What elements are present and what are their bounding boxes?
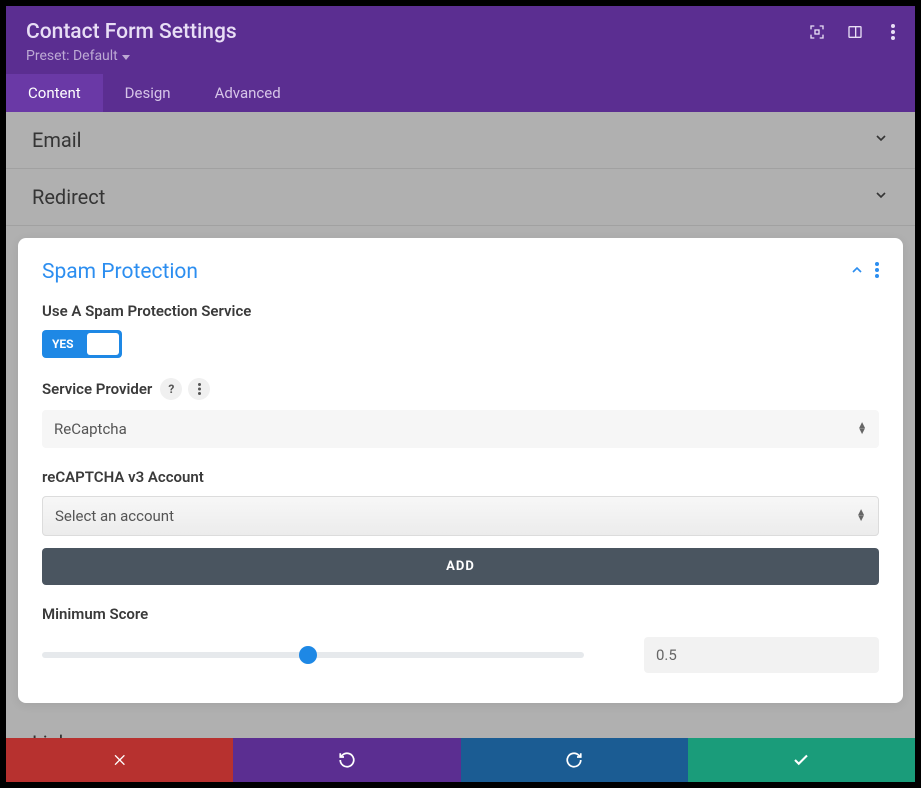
cancel-button[interactable]: [6, 738, 233, 782]
help-icon[interactable]: ?: [160, 378, 182, 400]
recaptcha-account-value: Select an account: [55, 507, 174, 525]
chevron-down-icon: [873, 733, 889, 738]
panel-title-spam: Spam Protection: [42, 260, 198, 284]
footer-actions: [6, 738, 915, 782]
section-redirect[interactable]: Redirect: [6, 169, 915, 226]
minimum-score-input[interactable]: [644, 637, 879, 673]
tab-design[interactable]: Design: [103, 74, 193, 112]
service-provider-select[interactable]: ReCaptcha ▲▼: [42, 410, 879, 448]
panel-more-icon[interactable]: [875, 262, 879, 282]
chevron-down-icon: [873, 130, 889, 150]
section-title-email: Email: [32, 128, 82, 152]
section-title-redirect: Redirect: [32, 185, 105, 209]
header-action-group: [809, 24, 901, 40]
field-use-spam-service: Use A Spam Protection Service YES: [42, 302, 879, 358]
modal-body: Email Redirect Spam Protection: [6, 112, 915, 738]
more-menu-icon[interactable]: [885, 24, 901, 40]
chevron-up-icon[interactable]: [849, 262, 865, 282]
add-account-button[interactable]: ADD: [42, 548, 879, 585]
caret-down-icon: [122, 48, 130, 64]
redo-button[interactable]: [461, 738, 688, 782]
modal-header: Contact Form Settings Preset: Default: [6, 6, 915, 74]
undo-button[interactable]: [233, 738, 460, 782]
section-link[interactable]: Link: [6, 715, 915, 738]
select-arrows-icon: ▲▼: [856, 510, 866, 522]
service-provider-label: Service Provider: [42, 380, 152, 398]
toggle-yes-label: YES: [42, 337, 84, 351]
tab-advanced[interactable]: Advanced: [193, 74, 303, 112]
use-spam-service-toggle[interactable]: YES: [42, 330, 122, 358]
tab-bar: Content Design Advanced: [6, 74, 915, 112]
recaptcha-account-label: reCAPTCHA v3 Account: [42, 468, 879, 486]
slider-thumb[interactable]: [299, 646, 317, 664]
field-recaptcha-account: reCAPTCHA v3 Account Select an account ▲…: [42, 468, 879, 585]
spam-protection-panel: Spam Protection Use A Spam Protection Se…: [18, 238, 903, 703]
field-options-icon[interactable]: [188, 378, 210, 400]
minimum-score-slider[interactable]: [42, 652, 584, 658]
section-title-link: Link: [32, 731, 69, 738]
focus-mode-icon[interactable]: [809, 24, 825, 40]
save-button[interactable]: [688, 738, 915, 782]
chevron-down-icon: [873, 187, 889, 207]
use-spam-service-label: Use A Spam Protection Service: [42, 302, 879, 320]
minimum-score-label: Minimum Score: [42, 605, 879, 623]
sidebar-toggle-icon[interactable]: [847, 24, 863, 40]
tab-content[interactable]: Content: [6, 74, 103, 112]
field-service-provider: Service Provider ? ReCaptcha ▲▼: [42, 378, 879, 448]
modal-title: Contact Form Settings: [26, 20, 895, 44]
preset-label: Preset: Default: [26, 48, 118, 64]
section-email[interactable]: Email: [6, 112, 915, 169]
recaptcha-account-select[interactable]: Select an account ▲▼: [42, 496, 879, 536]
field-minimum-score: Minimum Score: [42, 605, 879, 673]
select-arrows-icon: ▲▼: [857, 423, 867, 435]
toggle-knob: [87, 333, 119, 355]
service-provider-value: ReCaptcha: [54, 420, 127, 438]
preset-dropdown[interactable]: Preset: Default: [26, 48, 130, 64]
